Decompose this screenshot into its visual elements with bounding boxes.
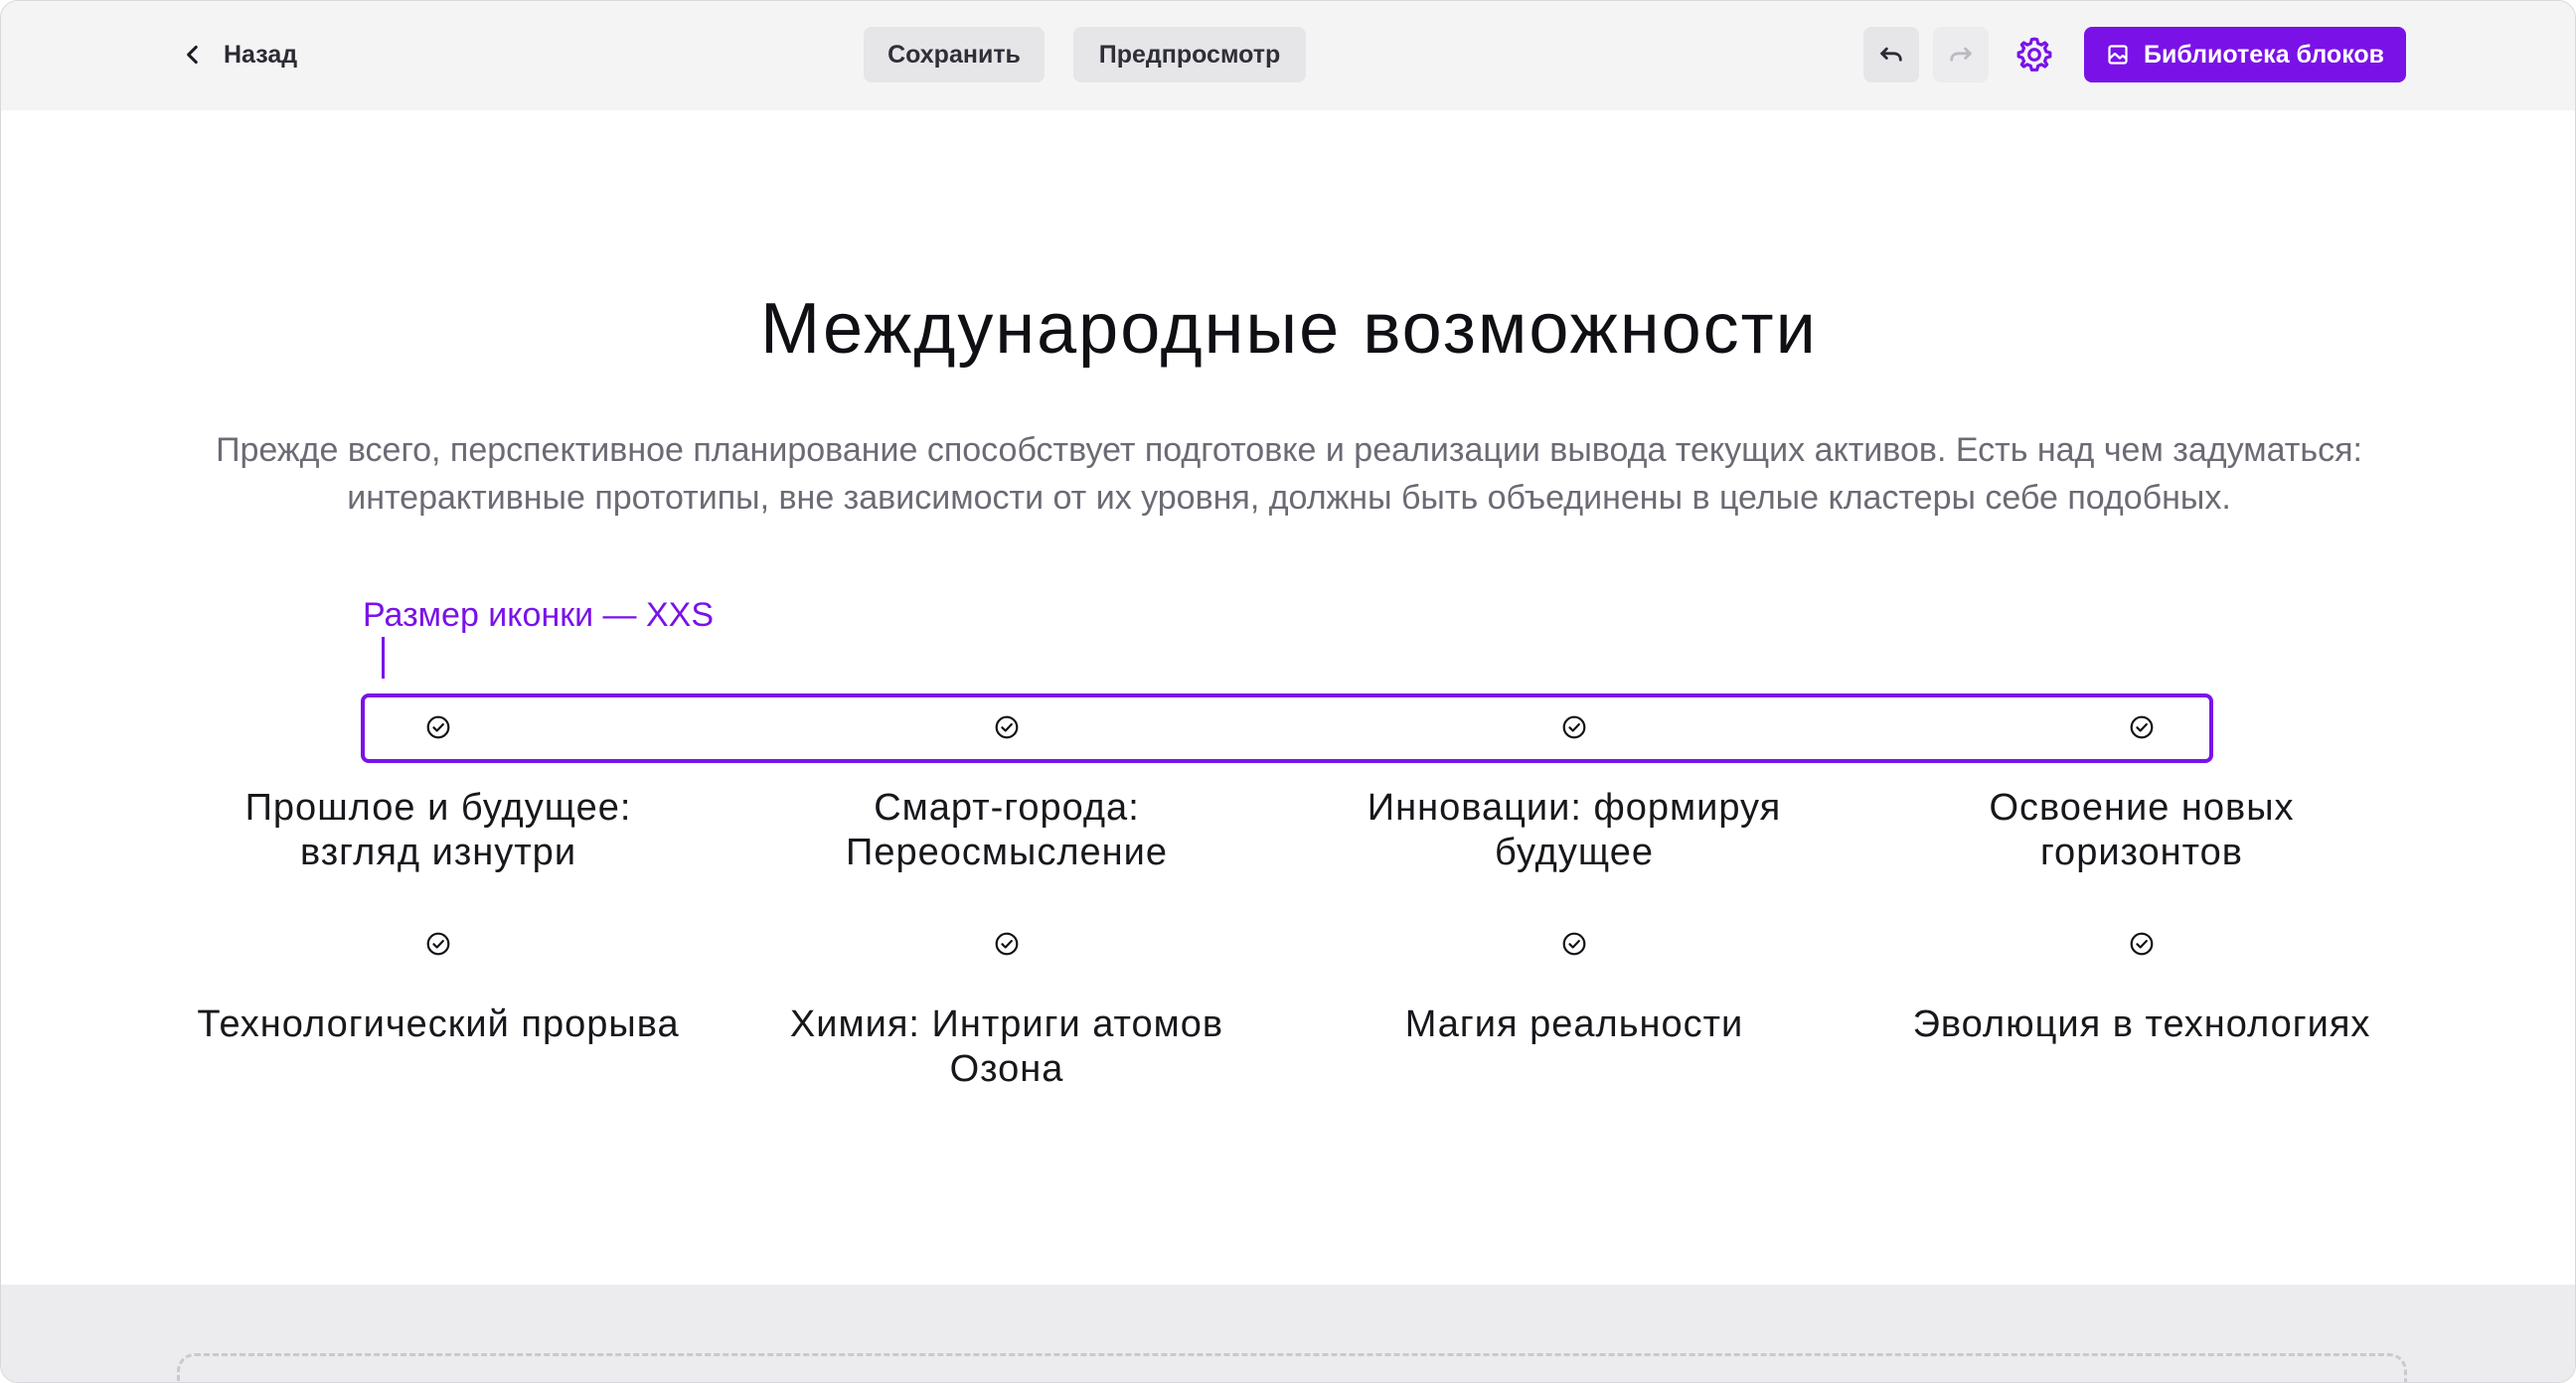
- section-lead-text[interactable]: Прежде всего, перспективное планирование…: [210, 426, 2368, 522]
- icon-size-hint: Размер иконки — XXS: [363, 596, 715, 634]
- image-icon: [2108, 45, 2128, 65]
- back-label: Назад: [224, 40, 298, 69]
- check-circle-icon[interactable]: [1561, 714, 1587, 740]
- gear-icon: [2016, 37, 2052, 72]
- chevron-left-icon: [187, 45, 198, 65]
- feature-title[interactable]: Технологический прорыва: [180, 1002, 697, 1047]
- check-circle-icon[interactable]: [994, 931, 1020, 957]
- feature-title[interactable]: Освоение новых горизонтов: [1883, 786, 2400, 875]
- check-circle-icon[interactable]: [2129, 714, 2155, 740]
- block-library-button[interactable]: Библиотека блоков: [2084, 27, 2406, 82]
- check-circle-icon[interactable]: [425, 714, 451, 740]
- preview-button[interactable]: Предпросмотр: [1073, 27, 1306, 82]
- save-button[interactable]: Сохранить: [864, 27, 1045, 82]
- top-toolbar: Назад Сохранить Предпросмотр Библиотека …: [1, 1, 2575, 110]
- check-circle-icon[interactable]: [425, 931, 451, 957]
- feature-title[interactable]: Прошлое и будущее: взгляд изнутри: [180, 786, 697, 875]
- feature-title[interactable]: Магия реальности: [1316, 1002, 1833, 1047]
- editor-window: Назад Сохранить Предпросмотр Библиотека …: [0, 0, 2576, 1383]
- section-title[interactable]: Международные возможности: [1, 284, 2575, 374]
- block-library-label: Библиотека блоков: [2143, 40, 2385, 69]
- undo-button[interactable]: [1863, 27, 1919, 82]
- add-block-dropzone[interactable]: [177, 1353, 2407, 1382]
- check-circle-icon[interactable]: [994, 714, 1020, 740]
- undo-icon: [1880, 47, 1902, 62]
- feature-title[interactable]: Инновации: формируя будущее: [1316, 786, 1833, 875]
- hint-pointer-line: [382, 637, 385, 679]
- icon-row-selection[interactable]: [361, 693, 2213, 763]
- check-circle-icon[interactable]: [2129, 931, 2155, 957]
- redo-button[interactable]: [1933, 27, 1989, 82]
- redo-icon: [1950, 47, 1972, 62]
- feature-title[interactable]: Химия: Интриги атомов Озона: [748, 1002, 1265, 1092]
- check-circle-icon[interactable]: [1561, 931, 1587, 957]
- feature-title[interactable]: Эволюция в технологиях: [1883, 1002, 2400, 1047]
- settings-button[interactable]: [2007, 27, 2062, 82]
- feature-title[interactable]: Смарт-города: Переосмысление: [748, 786, 1265, 875]
- back-button[interactable]: Назад: [180, 31, 297, 78]
